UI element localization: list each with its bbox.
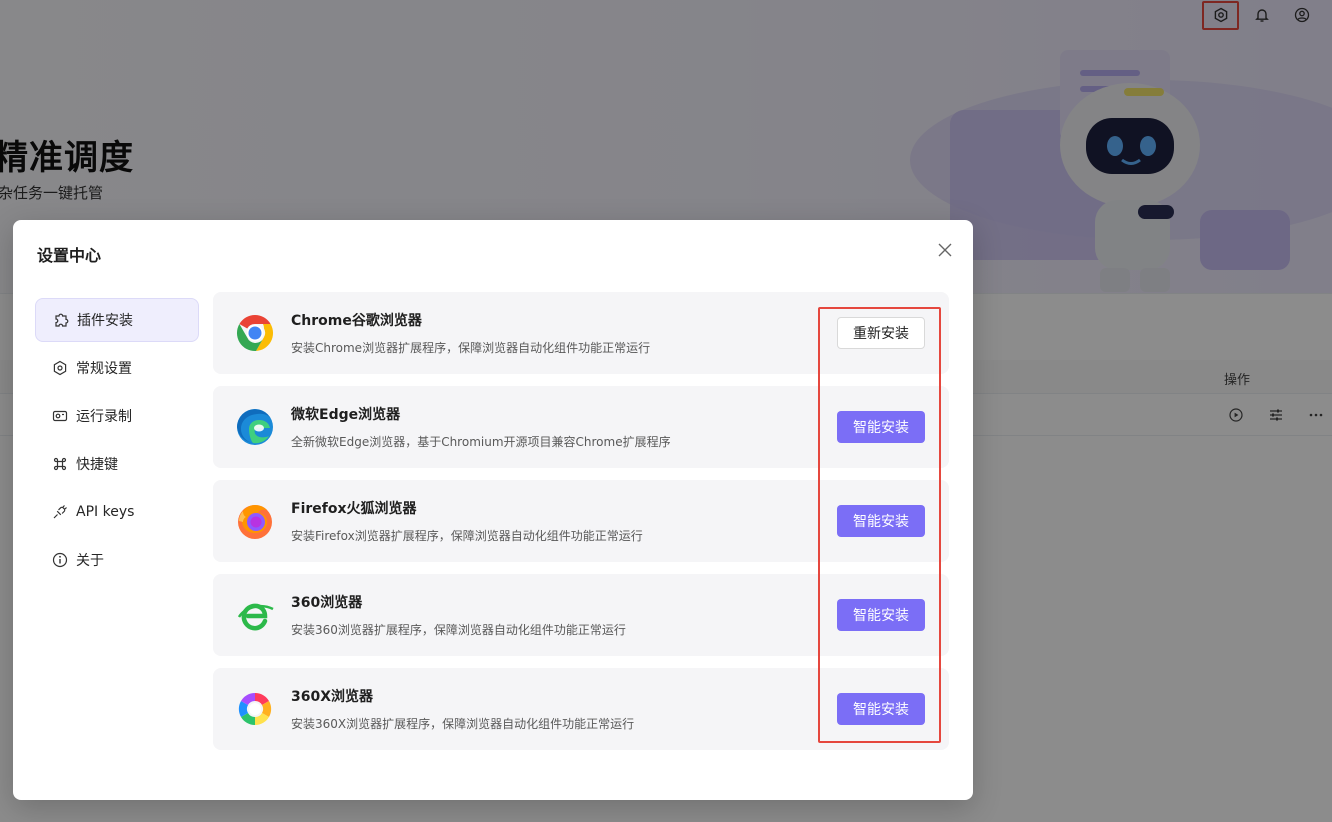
plugin-description: 安装Firefox浏览器扩展程序，保障浏览器自动化组件功能正常运行 (291, 529, 643, 543)
smart-install-button[interactable]: 智能安装 (837, 599, 925, 631)
plugin-card-chrome: Chrome谷歌浏览器 安装Chrome浏览器扩展程序，保障浏览器自动化组件功能… (213, 292, 949, 374)
sidebar-item-plugins[interactable]: 插件安装 (35, 298, 199, 342)
modal-title: 设置中心 (37, 246, 102, 265)
close-icon[interactable] (933, 238, 957, 262)
sidebar-item-general[interactable]: 常规设置 (35, 346, 199, 390)
smart-install-button[interactable]: 智能安装 (837, 505, 925, 537)
record-icon (52, 408, 68, 424)
plugin-description: 安装360浏览器扩展程序，保障浏览器自动化组件功能正常运行 (291, 623, 626, 637)
plugin-card-360x: 360X浏览器 安装360X浏览器扩展程序，保障浏览器自动化组件功能正常运行 智… (213, 668, 949, 750)
sidebar-item-shortcuts[interactable]: 快捷键 (35, 442, 199, 486)
plugin-name: 360X浏览器 (291, 689, 374, 705)
settings-sidebar: 插件安装 常规设置 运行录制 快捷键 API keys 关于 (35, 298, 199, 586)
gear-icon (52, 360, 68, 376)
command-icon (52, 456, 68, 472)
sidebar-item-label: 运行录制 (76, 409, 132, 425)
settings-modal: 设置中心 插件安装 常规设置 运行录制 快捷键 API keys 关于 Chro… (13, 220, 973, 800)
smart-install-button[interactable]: 智能安装 (837, 411, 925, 443)
puzzle-icon (53, 312, 69, 328)
sidebar-item-about[interactable]: 关于 (35, 538, 199, 582)
plugin-name: Chrome谷歌浏览器 (291, 313, 422, 329)
360-browser-icon (237, 603, 274, 631)
sidebar-item-recording[interactable]: 运行录制 (35, 394, 199, 438)
plugin-card-360: 360浏览器 安装360浏览器扩展程序，保障浏览器自动化组件功能正常运行 智能安… (213, 574, 949, 656)
firefox-icon (238, 505, 272, 539)
sidebar-item-label: API keys (76, 504, 135, 520)
sidebar-item-label: 常规设置 (76, 361, 132, 377)
plugin-description: 全新微软Edge浏览器，基于Chromium开源项目兼容Chrome扩展程序 (291, 435, 671, 449)
plugin-description: 安装360X浏览器扩展程序，保障浏览器自动化组件功能正常运行 (291, 717, 635, 731)
sidebar-item-label: 插件安装 (77, 313, 133, 329)
key-plug-icon (52, 504, 68, 520)
sidebar-item-api-keys[interactable]: API keys (35, 490, 199, 534)
sidebar-item-label: 快捷键 (76, 457, 118, 473)
sidebar-item-label: 关于 (76, 553, 104, 569)
360x-browser-icon (238, 692, 272, 726)
chrome-icon (236, 315, 274, 352)
plugin-card-firefox: Firefox火狐浏览器 安装Firefox浏览器扩展程序，保障浏览器自动化组件… (213, 480, 949, 562)
plugin-name: 360浏览器 (291, 595, 363, 611)
plugin-card-edge: 微软Edge浏览器 全新微软Edge浏览器，基于Chromium开源项目兼容Ch… (213, 386, 949, 468)
plugin-list: Chrome谷歌浏览器 安装Chrome浏览器扩展程序，保障浏览器自动化组件功能… (213, 292, 949, 762)
smart-install-button[interactable]: 智能安装 (837, 693, 925, 725)
edge-icon (237, 409, 273, 445)
reinstall-button[interactable]: 重新安装 (837, 317, 925, 349)
plugin-name: Firefox火狐浏览器 (291, 501, 417, 517)
plugin-description: 安装Chrome浏览器扩展程序，保障浏览器自动化组件功能正常运行 (291, 341, 651, 355)
plugin-name: 微软Edge浏览器 (291, 407, 401, 423)
info-icon (52, 552, 68, 568)
